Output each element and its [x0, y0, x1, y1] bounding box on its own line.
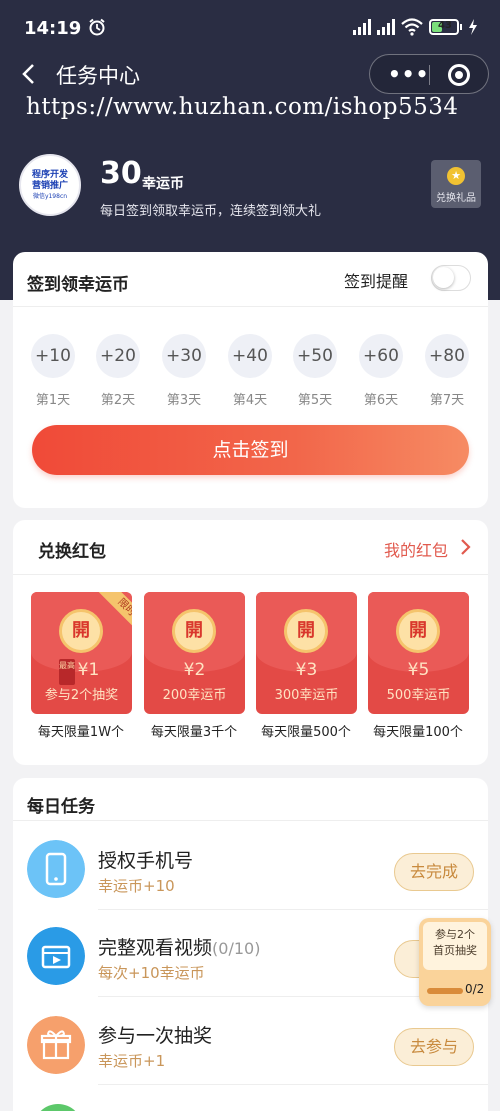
redpack-card: 兑换红包 我的红包 限时 開 最高 ¥1 参与2个抽奖 開 ¥2 200幸运币 … [13, 520, 488, 765]
redpack-cost: 300幸运币 [274, 688, 339, 703]
day-label: 第7天 [429, 393, 465, 408]
open-seal-icon: 開 [396, 609, 440, 653]
task-reward: 幸运币+10 [98, 877, 175, 895]
task-name: 授权手机号 [98, 850, 194, 872]
battery-icon: 43 [429, 19, 462, 35]
floating-line1: 参与2个 [435, 928, 475, 941]
coin-balance: 30 [100, 156, 142, 191]
day-label: 第5天 [297, 393, 333, 408]
open-seal-icon: 開 [59, 609, 103, 653]
signal-icon [353, 19, 371, 35]
day-label: 第6天 [363, 393, 399, 408]
exchange-gift-button[interactable]: ★ 兑换礼品 [431, 160, 481, 208]
task-progress: (0/10) [212, 939, 261, 958]
task-icon-partial [33, 1104, 83, 1111]
day-label: 第2天 [100, 393, 136, 408]
day-reward: +50 [293, 334, 337, 378]
open-seal-icon: 開 [172, 609, 216, 653]
capsule-divider [429, 65, 430, 85]
redpack-limit: 每天限量3千个 [150, 725, 238, 740]
day-reward: +40 [228, 334, 272, 378]
avatar: 程序开发 营销推广 微信y198cn [19, 154, 81, 216]
task-button[interactable]: 去参与 [394, 1028, 474, 1066]
redpack-title: 兑换红包 [38, 542, 106, 562]
alarm-icon [89, 18, 105, 36]
day-reward: +80 [425, 334, 469, 378]
daily-tasks-card: 每日任务 授权手机号 幸运币+10 去完成 完整观看视频(0/10) 每次+10… [13, 778, 488, 1111]
redpack-item[interactable]: 開 ¥5 500幸运币 [368, 592, 469, 714]
redpack-amount: ¥3 [295, 660, 318, 680]
redpack-limit: 每天限量1W个 [37, 725, 125, 740]
task-reward: 每次+10幸运币 [98, 964, 205, 982]
signin-remind-toggle[interactable] [431, 265, 471, 291]
redpack-amount: ¥5 [407, 660, 430, 680]
redpack-limit: 每天限量500个 [261, 725, 351, 740]
redpack-amount: ¥2 [183, 660, 206, 680]
charging-icon [469, 19, 477, 35]
close-miniprogram-icon[interactable] [448, 64, 470, 86]
floating-lottery-badge[interactable]: 参与2个 首页抽奖 0/2 [419, 918, 491, 1006]
signin-card: 签到领幸运币 签到提醒 +10 +20 +30 +40 +50 +60 +80 … [13, 252, 488, 508]
my-redpack-link[interactable]: 我的红包 [384, 537, 448, 561]
day-label: 第1天 [35, 393, 71, 408]
coin-unit: 幸运币 [142, 176, 184, 192]
chevron-right-icon[interactable] [459, 538, 471, 556]
redpack-item[interactable]: 開 ¥3 300幸运币 [256, 592, 357, 714]
signin-button[interactable]: 点击签到 [32, 425, 469, 475]
divider [13, 306, 488, 307]
wifi-icon [401, 18, 423, 36]
redpack-item[interactable]: 限时 開 最高 ¥1 参与2个抽奖 [31, 592, 132, 714]
task-reward: 幸运币+1 [98, 1052, 166, 1070]
divider [13, 574, 488, 575]
status-icons: 43 [353, 18, 478, 36]
floating-line2: 首页抽奖 [433, 944, 477, 957]
gift-icon [27, 1016, 85, 1074]
redpack-cost: 200幸运币 [162, 688, 227, 703]
star-icon: ★ [447, 167, 465, 185]
day-reward: +30 [162, 334, 206, 378]
status-bar: 14:19 43 [0, 0, 500, 56]
redpack-cost: 参与2个抽奖 [44, 688, 119, 703]
floating-progress-bar [427, 988, 463, 994]
divider [13, 820, 488, 821]
day-reward: +20 [96, 334, 140, 378]
day-reward: +60 [359, 334, 403, 378]
redpack-limit: 每天限量100个 [373, 725, 463, 740]
redpack-item[interactable]: 開 ¥2 200幸运币 [144, 592, 245, 714]
video-icon [27, 927, 85, 985]
status-time: 14:19 [24, 18, 82, 39]
divider [98, 1084, 488, 1085]
day-label: 第4天 [232, 393, 268, 408]
task-name: 参与一次抽奖 [98, 1025, 213, 1047]
back-icon[interactable] [18, 60, 40, 88]
phone-icon [27, 840, 85, 898]
redpack-amount: ¥1 [77, 660, 100, 680]
miniprogram-capsule: ••• [369, 54, 489, 94]
more-icon[interactable]: ••• [388, 64, 429, 84]
signal-icon [377, 19, 395, 35]
floating-count: 0/2 [465, 982, 485, 996]
day-label: 第3天 [166, 393, 202, 408]
open-seal-icon: 開 [284, 609, 328, 653]
divider [98, 909, 488, 910]
signin-remind-label: 签到提醒 [344, 272, 409, 291]
day-reward: +10 [31, 334, 75, 378]
task-button[interactable]: 去完成 [394, 853, 474, 891]
coin-subtitle: 每日签到领取幸运币，连续签到领大礼 [100, 204, 322, 219]
tasks-title: 每日任务 [27, 797, 95, 817]
watermark-url: https://www.huzhan.com/ishop5534 [26, 94, 459, 120]
signin-title: 签到领幸运币 [27, 275, 129, 295]
redpack-cost: 500幸运币 [386, 688, 451, 703]
task-name: 完整观看视频(0/10) [98, 937, 261, 959]
page-title: 任务中心 [56, 64, 140, 88]
